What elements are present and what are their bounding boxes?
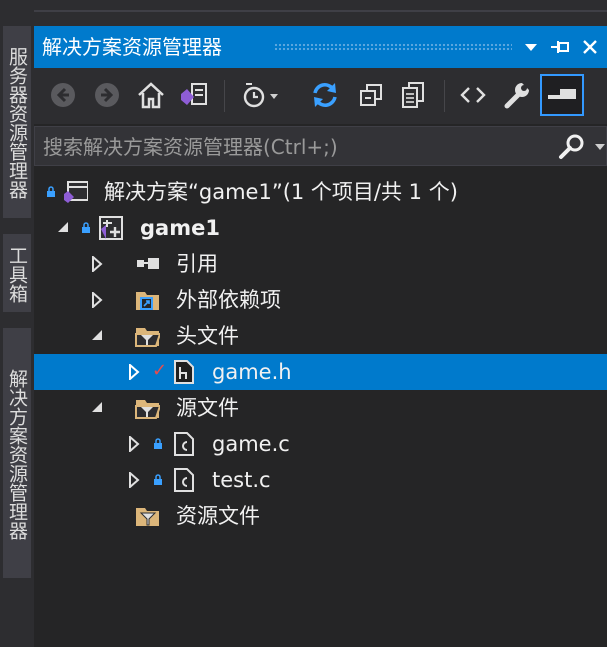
solution-icon	[64, 181, 88, 203]
title-grip[interactable]	[274, 43, 512, 51]
header-file-icon	[174, 360, 194, 384]
top-strip	[0, 0, 607, 26]
tab-solution-explorer[interactable]: 解决方案资源管理器	[3, 328, 31, 578]
header-files-label: 头文件	[176, 324, 239, 348]
expanded-arrow-icon	[92, 402, 102, 412]
forward-icon	[95, 83, 119, 107]
cpp-project-icon	[99, 216, 123, 240]
solution-label: 解决方案“game1”(1 个项目/共 1 个)	[104, 180, 458, 204]
pin-button[interactable]	[547, 34, 573, 60]
panel-title-bar: 解决方案资源管理器	[34, 26, 607, 68]
resource-files-label: 资源文件	[176, 504, 260, 528]
panel-title: 解决方案资源管理器	[42, 35, 222, 59]
game-h-label: game.h	[212, 360, 292, 384]
side-tab-strip: 服务器资源管理器 工具箱 解决方案资源管理器	[0, 26, 34, 647]
preview-icon	[548, 89, 576, 99]
pin-icon	[551, 41, 569, 53]
c-source-file-icon	[174, 432, 194, 456]
test-c-label: test.c	[212, 468, 271, 492]
forward-button[interactable]	[88, 76, 126, 114]
view-code-button[interactable]	[454, 76, 492, 114]
collapsed-arrow-icon	[129, 436, 140, 452]
collapsed-arrow-icon	[129, 364, 140, 380]
window-position-dropdown-button[interactable]	[518, 34, 544, 60]
tree-row-source-files[interactable]: 源文件	[34, 390, 607, 426]
tree-row-test-c[interactable]: test.c	[34, 462, 607, 498]
search-box	[34, 126, 607, 166]
collapse-all-button[interactable]	[352, 76, 390, 114]
toolbar-separator	[224, 80, 225, 112]
show-all-files-button[interactable]	[394, 76, 432, 114]
collapse-all-icon	[360, 84, 382, 106]
c-source-file-icon	[174, 468, 194, 492]
home-icon	[138, 82, 164, 109]
tree-row-game-h[interactable]: ✓ game.h	[34, 354, 607, 390]
pending-changes-icon	[243, 83, 278, 108]
tree-row-external-deps[interactable]: 外部依赖项	[34, 282, 607, 318]
vs-solution-switch-icon	[181, 83, 207, 105]
sync-button[interactable]	[306, 76, 344, 114]
source-files-label: 源文件	[176, 396, 239, 420]
external-folder-icon	[136, 292, 159, 310]
checked-out-icon: ✓	[152, 360, 168, 381]
back-button[interactable]	[44, 76, 82, 114]
close-icon	[583, 40, 597, 54]
pending-changes-button[interactable]	[240, 76, 278, 114]
toolbar-separator	[444, 80, 445, 112]
tab-server-explorer[interactable]: 服务器资源管理器	[3, 26, 31, 218]
references-icon	[137, 258, 159, 269]
show-all-files-icon	[402, 82, 424, 108]
search-input[interactable]	[41, 132, 555, 162]
project-label: game1	[140, 216, 220, 240]
filter-folder-icon	[135, 400, 160, 419]
tree-row-project[interactable]: game1	[34, 210, 607, 246]
search-options-dropdown-icon[interactable]	[595, 144, 605, 150]
solution-explorer-toolbar	[34, 68, 607, 124]
top-divider	[34, 10, 607, 12]
chevron-down-icon	[525, 44, 537, 51]
wrench-icon	[504, 83, 529, 109]
lock-icon	[47, 186, 55, 197]
back-icon	[51, 83, 75, 107]
switch-views-button[interactable]	[175, 76, 213, 114]
expanded-arrow-icon	[92, 330, 102, 340]
preview-selected-items-button[interactable]	[540, 74, 584, 116]
view-code-icon	[460, 87, 486, 103]
tab-toolbox[interactable]: 工具箱	[3, 234, 31, 312]
search-icon[interactable]	[557, 133, 587, 161]
collapsed-arrow-icon	[129, 472, 140, 488]
tree-row-game-c[interactable]: game.c	[34, 426, 607, 462]
lock-icon	[154, 438, 162, 449]
lock-icon	[82, 222, 90, 233]
tree-row-solution[interactable]: 解决方案“game1”(1 个项目/共 1 个)	[34, 174, 607, 210]
references-label: 引用	[176, 252, 218, 276]
close-panel-button[interactable]	[577, 34, 603, 60]
collapsed-arrow-icon	[92, 256, 103, 272]
solution-explorer-panel: 解决方案资源管理器 搜索解决方案资源管理器(Ctrl+;) 解决方案“game1…	[34, 26, 607, 647]
tree-row-references[interactable]: 引用	[34, 246, 607, 282]
external-deps-label: 外部依赖项	[176, 288, 281, 312]
tree-row-resource-files[interactable]: 资源文件	[34, 498, 607, 534]
sync-icon	[313, 83, 337, 107]
filter-folder-icon	[136, 508, 159, 526]
properties-button[interactable]	[498, 76, 536, 114]
expanded-arrow-icon	[58, 222, 68, 232]
collapsed-arrow-icon	[92, 292, 103, 308]
game-c-label: game.c	[212, 432, 290, 456]
tree-row-header-files[interactable]: 头文件	[34, 318, 607, 354]
home-button[interactable]	[132, 76, 170, 114]
lock-icon	[154, 474, 162, 485]
filter-folder-icon	[135, 328, 160, 347]
